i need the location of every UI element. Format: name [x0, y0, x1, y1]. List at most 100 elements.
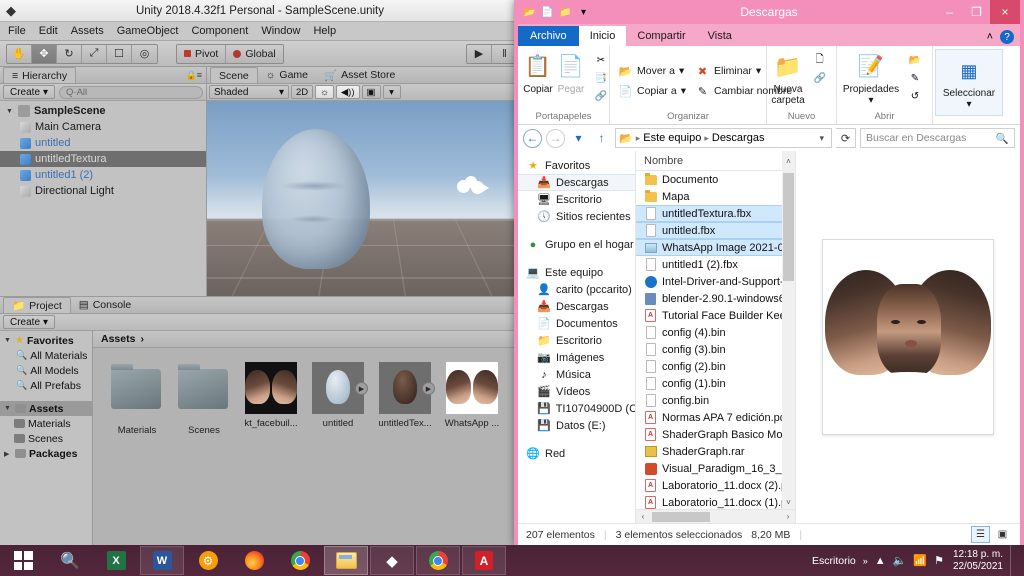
scroll-left-button[interactable]: ‹: [636, 512, 650, 521]
table-row[interactable]: A Normas APA 7 edición.pdf: [636, 409, 795, 426]
mover-a-button[interactable]: 📂 Mover a ▾: [615, 62, 689, 80]
nav-item-este-equipo[interactable]: 💻 Este equipo: [518, 264, 635, 281]
show-desktop-button[interactable]: [1010, 545, 1017, 576]
easy-access-icon[interactable]: 🔗: [810, 70, 830, 87]
expand-arrow-icon[interactable]: ▼: [4, 337, 12, 344]
forward-button[interactable]: →: [546, 128, 565, 148]
hscrollbar-track[interactable]: [650, 510, 781, 524]
taskbar-settings-icon[interactable]: ⚙: [186, 546, 230, 575]
project-tree-packages[interactable]: ▶ Packages: [0, 446, 92, 461]
copy-path-icon[interactable]: 📑: [591, 70, 611, 87]
head-model-3d[interactable]: [262, 129, 370, 269]
table-row[interactable]: A Laboratorio_11.docx (2).pdf: [636, 477, 795, 494]
asset-item-scenes[interactable]: Scenes: [176, 362, 232, 436]
close-button[interactable]: ×: [990, 0, 1020, 24]
copiar-button[interactable]: 📋 Copiar: [523, 49, 553, 111]
rect-tool-icon[interactable]: ☐: [107, 44, 132, 63]
asset-item-whatsapp[interactable]: WhatsApp ...: [444, 362, 500, 429]
play-button[interactable]: ▶: [467, 44, 492, 63]
table-row[interactable]: ShaderGraph.rar: [636, 443, 795, 460]
project-create-button[interactable]: Create ▾: [3, 315, 56, 329]
nav-item-musica[interactable]: ♪ Música: [518, 366, 635, 383]
scroll-down-button[interactable]: ˅: [782, 495, 795, 509]
asset-item-kt-facebuilder[interactable]: kt_facebuil...: [243, 362, 299, 429]
tab-asset-store[interactable]: 🛒 Asset Store: [316, 67, 403, 83]
taskbar-adobe-icon[interactable]: A: [462, 546, 506, 575]
seleccionar-button[interactable]: ▦ Seleccionar ▾: [941, 53, 997, 115]
taskbar-excel-icon[interactable]: X: [94, 546, 138, 575]
taskbar-word-icon[interactable]: W: [140, 546, 184, 575]
table-row[interactable]: untitledTextura.fbx: [636, 205, 795, 222]
hscrollbar-thumb[interactable]: [652, 511, 710, 522]
ribbon-tab-inicio[interactable]: Inicio: [578, 26, 627, 46]
move-tool-icon[interactable]: ✥: [32, 44, 57, 63]
cut-icon[interactable]: ✂: [591, 52, 611, 69]
taskbar-file-explorer-icon[interactable]: [324, 546, 368, 575]
explorer-title-bar[interactable]: 📂 📄 📁 ▾ Descargas – ❐ ×: [518, 0, 1020, 24]
propiedades-button[interactable]: 📝 Propiedades ▾: [842, 49, 900, 111]
menu-assets[interactable]: Assets: [71, 25, 104, 37]
hierarchy-create-button[interactable]: Create ▾: [3, 85, 56, 99]
tab-scene[interactable]: Scene: [210, 67, 258, 83]
ribbon-tab-compartir[interactable]: Compartir: [626, 26, 696, 46]
scale-tool-icon[interactable]: ⤢: [82, 44, 107, 63]
nav-item-favoritos[interactable]: ★ Favoritos: [518, 157, 635, 174]
history-icon[interactable]: ↺: [905, 88, 925, 105]
table-row[interactable]: Mapa: [636, 188, 795, 205]
breadcrumb-assets[interactable]: Assets: [101, 333, 135, 345]
details-view-icon[interactable]: ☰: [971, 526, 990, 543]
hierarchy-item-directional-light[interactable]: Directional Light: [0, 183, 206, 199]
table-row[interactable]: WhatsApp Image 2021-05-21 at 1: [636, 239, 795, 256]
scroll-right-button[interactable]: ›: [781, 512, 795, 521]
network-icon[interactable]: 📶: [913, 554, 927, 567]
taskbar-chrome-icon[interactable]: [278, 546, 322, 575]
nav-item-sitios-recientes[interactable]: 🕔 Sitios recientes: [518, 208, 635, 225]
breadcrumb-este-equipo[interactable]: Este equipo: [643, 132, 701, 144]
menu-file[interactable]: File: [8, 25, 26, 37]
nav-item-descargas-fav[interactable]: 📥 Descargas: [518, 174, 635, 191]
transform-tool-icon[interactable]: ◎: [132, 44, 157, 63]
minimize-button[interactable]: –: [936, 0, 963, 24]
ribbon-tab-vista[interactable]: Vista: [697, 26, 743, 46]
nav-item-escritorio[interactable]: 📁 Escritorio: [518, 332, 635, 349]
camera-gizmo-icon[interactable]: [455, 175, 489, 195]
address-input[interactable]: 📂 ▸ Este equipo ▸ Descargas ▾: [615, 128, 832, 148]
open-icon[interactable]: 📂: [905, 52, 925, 69]
hierarchy-item-samplescene[interactable]: ▼ SampleScene: [0, 103, 206, 119]
asset-item-untitled[interactable]: ▶ untitled: [310, 362, 368, 429]
expand-model-icon[interactable]: ▶: [355, 382, 368, 395]
recent-locations-button[interactable]: ▾: [569, 129, 588, 148]
table-row[interactable]: A ShaderGraph Basico Modelado 3c: [636, 426, 795, 443]
nav-item-escritorio-fav[interactable]: 🖥 Escritorio: [518, 191, 635, 208]
nav-item-carito[interactable]: 👤 carito (pccarito): [518, 281, 635, 298]
shading-mode-dropdown[interactable]: Shaded ▾: [209, 85, 289, 99]
tab-project[interactable]: 📁 Project: [3, 297, 71, 313]
column-header-nombre[interactable]: Nombre ˄: [636, 151, 795, 171]
taskbar-unity-icon[interactable]: ◆: [370, 546, 414, 575]
menu-gameobject[interactable]: GameObject: [117, 25, 179, 37]
menu-window[interactable]: Window: [261, 25, 300, 37]
expand-arrow-icon[interactable]: ▶: [4, 450, 12, 458]
nav-item-drive-e[interactable]: 💾 Datos (E:): [518, 417, 635, 434]
action-center-icon[interactable]: ⚑: [934, 554, 944, 567]
nav-item-videos[interactable]: 🎬 Vídeos: [518, 383, 635, 400]
project-tree-all-materials[interactable]: 🔍 All Materials: [0, 348, 92, 363]
help-icon[interactable]: ?: [1000, 30, 1014, 44]
large-icons-view-icon[interactable]: ▣: [993, 526, 1012, 543]
scene-effects-toggle[interactable]: ▣: [361, 85, 381, 99]
project-tree-materials[interactable]: Materials: [0, 416, 92, 431]
project-tree-all-prefabs[interactable]: 🔍 All Prefabs: [0, 378, 92, 393]
hierarchy-item-untitled[interactable]: untitled: [0, 135, 206, 151]
search-input[interactable]: Buscar en Descargas 🔍: [860, 128, 1015, 148]
table-row[interactable]: config.bin: [636, 392, 795, 409]
asset-item-materials[interactable]: Materials: [109, 362, 165, 436]
pegar-button[interactable]: 📄 Pegar: [556, 49, 586, 111]
scene-lighting-toggle[interactable]: ☼: [315, 85, 334, 99]
show-hidden-icons-icon[interactable]: ▲: [875, 555, 886, 567]
taskbar-search-icon[interactable]: 🔍: [48, 546, 92, 575]
collapse-ribbon-icon[interactable]: ˄: [987, 31, 993, 43]
tray-desktop-label[interactable]: Escritorio: [812, 555, 856, 567]
start-button[interactable]: [0, 545, 46, 576]
table-row[interactable]: Documento: [636, 171, 795, 188]
hand-tool-icon[interactable]: ✋: [7, 44, 32, 63]
